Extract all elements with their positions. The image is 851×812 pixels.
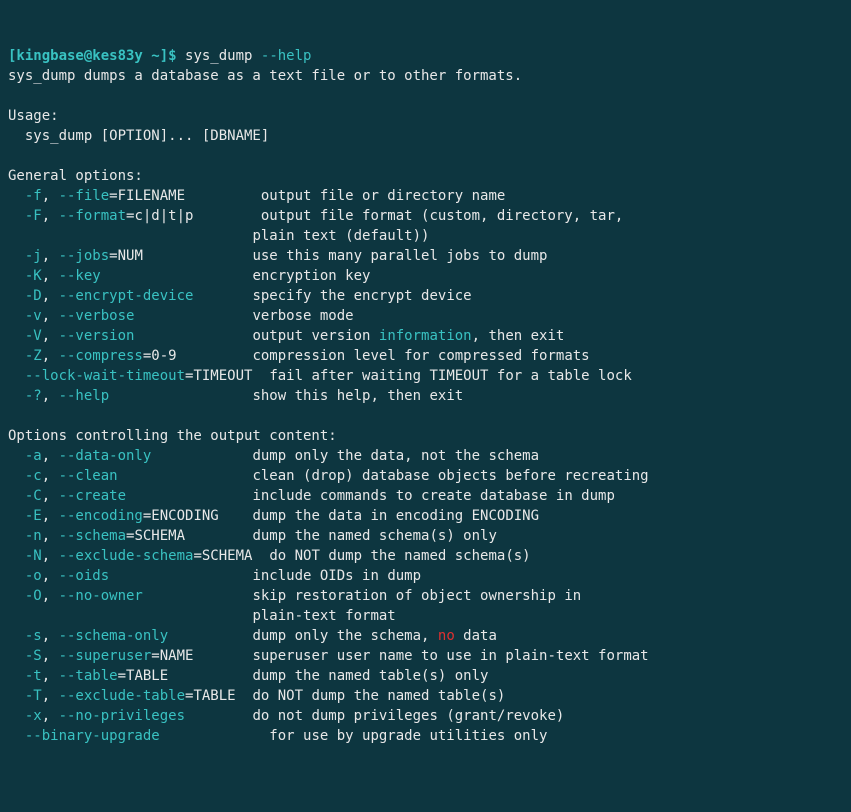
option-table: -t, --table=TABLE dump the named table(s… <box>8 668 488 684</box>
command-arg: --help <box>261 48 312 64</box>
option-encrypt-device: -D, --encrypt-device specify the encrypt… <box>8 288 472 304</box>
prompt-line[interactable]: [kingbase@kes83y ~]$ sys_dump --help <box>8 48 311 64</box>
option-no-owner-cont: plain-text format <box>8 608 396 624</box>
prompt-prefix: [kingbase@kes83y ~]$ <box>8 48 185 64</box>
option-format: -F, --format=c|d|t|p output file format … <box>8 208 623 224</box>
terminal-output: [kingbase@kes83y ~]$ sys_dump --help sys… <box>8 46 843 746</box>
usage-line: sys_dump [OPTION]... [DBNAME] <box>8 128 269 144</box>
option-schema: -n, --schema=SCHEMA dump the named schem… <box>8 528 497 544</box>
option-version: -V, --version output version information… <box>8 328 564 344</box>
option-create: -C, --create include commands to create … <box>8 488 615 504</box>
command-name: sys_dump <box>185 48 252 64</box>
option-data-only: -a, --data-only dump only the data, not … <box>8 448 539 464</box>
option-encoding: -E, --encoding=ENCODING dump the data in… <box>8 508 539 524</box>
option-superuser: -S, --superuser=NAME superuser user name… <box>8 648 649 664</box>
option-schema-only: -s, --schema-only dump only the schema, … <box>8 628 497 644</box>
option-exclude-table: -T, --exclude-table=TABLE do NOT dump th… <box>8 688 505 704</box>
option-help: -?, --help show this help, then exit <box>8 388 463 404</box>
description-line: sys_dump dumps a database as a text file… <box>8 68 522 84</box>
option-verbose: -v, --verbose verbose mode <box>8 308 354 324</box>
option-no-owner: -O, --no-owner skip restoration of objec… <box>8 588 581 604</box>
option-oids: -o, --oids include OIDs in dump <box>8 568 421 584</box>
option-no-privileges: -x, --no-privileges do not dump privileg… <box>8 708 564 724</box>
general-options-header: General options: <box>8 168 143 184</box>
option-compress: -Z, --compress=0-9 compression level for… <box>8 348 590 364</box>
option-jobs: -j, --jobs=NUM use this many parallel jo… <box>8 248 547 264</box>
option-clean: -c, --clean clean (drop) database object… <box>8 468 649 484</box>
option-file: -f, --file=FILENAME output file or direc… <box>8 188 505 204</box>
option-format-cont: plain text (default)) <box>8 228 429 244</box>
usage-label: Usage: <box>8 108 59 124</box>
option-exclude-schema: -N, --exclude-schema=SCHEMA do NOT dump … <box>8 548 531 564</box>
option-lock-wait-timeout: --lock-wait-timeout=TIMEOUT fail after w… <box>8 368 632 384</box>
option-binary-upgrade: --binary-upgrade for use by upgrade util… <box>8 728 547 744</box>
output-content-header: Options controlling the output content: <box>8 428 337 444</box>
option-key: -K, --key encryption key <box>8 268 370 284</box>
